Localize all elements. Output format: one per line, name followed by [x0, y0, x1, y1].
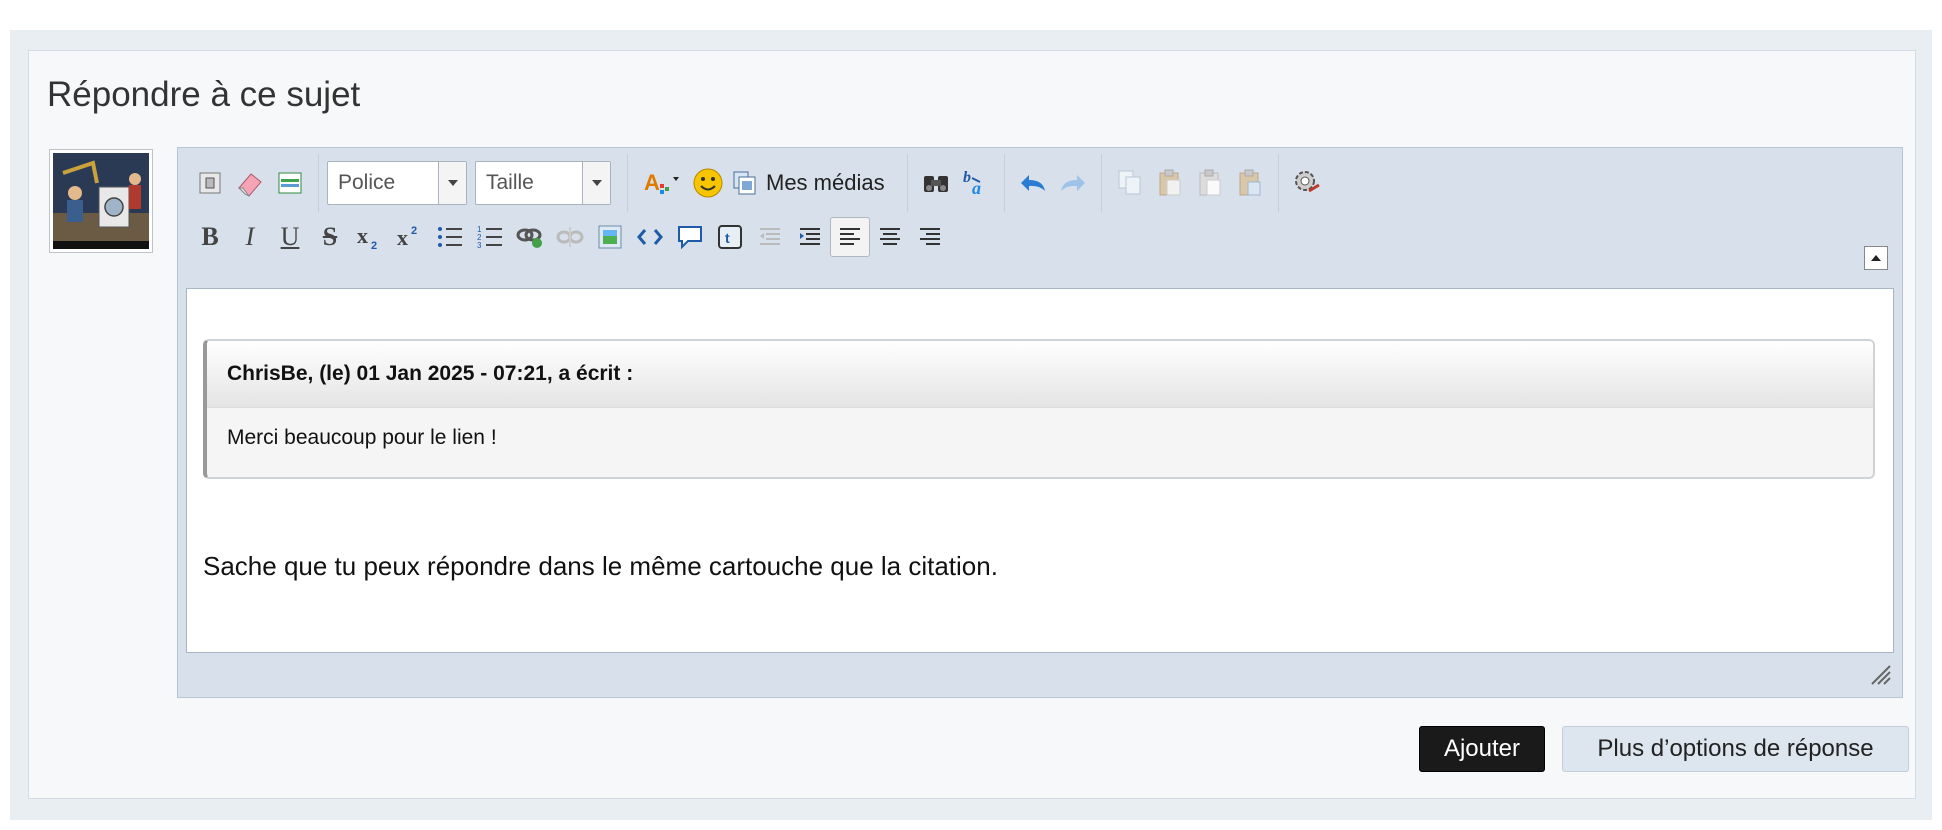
quote-block: ChrisBe, (le) 01 Jan 2025 - 07:21, a écr…: [203, 339, 1875, 479]
settings-icon[interactable]: [1287, 163, 1327, 203]
svg-text:t: t: [725, 230, 730, 246]
size-select[interactable]: Taille: [475, 161, 611, 205]
redo-icon[interactable]: [1053, 163, 1093, 203]
svg-text:x: x: [397, 225, 408, 250]
replace-icon[interactable]: ba: [956, 163, 996, 203]
quote-header: ChrisBe, (le) 01 Jan 2025 - 07:21, a écr…: [207, 341, 1873, 408]
align-left-icon[interactable]: [830, 217, 870, 257]
quote-icon[interactable]: [670, 217, 710, 257]
toolbar-separator: [1100, 154, 1102, 212]
collapse-toolbar-button[interactable]: [1864, 246, 1888, 270]
reply-panel: Répondre à ce sujet Police Taille A Mes …: [28, 50, 1916, 799]
svg-text:A: A: [644, 170, 660, 195]
svg-text:2: 2: [411, 225, 417, 237]
copy-icon[interactable]: [1110, 163, 1150, 203]
image-icon[interactable]: [590, 217, 630, 257]
paste-icon[interactable]: [1150, 163, 1190, 203]
svg-text:x: x: [357, 223, 368, 248]
align-right-icon[interactable]: [910, 217, 950, 257]
blocks-icon[interactable]: [270, 163, 310, 203]
chevron-down-icon[interactable]: [438, 162, 466, 204]
svg-text:2: 2: [371, 240, 377, 251]
size-select-value: Taille: [486, 171, 534, 194]
numbered-list-icon[interactable]: 123: [470, 217, 510, 257]
find-icon[interactable]: [916, 163, 956, 203]
media-icon[interactable]: [728, 163, 762, 203]
avatar-image: [53, 153, 149, 249]
chevron-down-icon[interactable]: [582, 162, 610, 204]
resize-handle-icon[interactable]: [1868, 662, 1892, 691]
superscript-icon[interactable]: x2: [390, 217, 430, 257]
reply-title: Répondre à ce sujet: [47, 75, 361, 114]
outdent-icon[interactable]: [750, 217, 790, 257]
editor-toolbar-row-1: Police Taille A Mes médias b a: [190, 154, 1327, 212]
quote-body: Merci beaucoup pour le lien !: [227, 426, 497, 449]
code-icon[interactable]: [630, 217, 670, 257]
undo-icon[interactable]: [1013, 163, 1053, 203]
strikethrough-icon[interactable]: S: [310, 217, 350, 257]
underline-icon[interactable]: U: [270, 217, 310, 257]
indent-icon[interactable]: [790, 217, 830, 257]
add-button[interactable]: Ajouter: [1419, 726, 1545, 772]
paste-word-icon[interactable]: [1230, 163, 1270, 203]
toolbar-separator: [1003, 154, 1005, 212]
font-select[interactable]: Police: [327, 161, 467, 205]
bulleted-list-icon[interactable]: [430, 217, 470, 257]
eraser-icon[interactable]: [230, 163, 270, 203]
text-color-icon[interactable]: A: [636, 163, 688, 203]
avatar: [49, 149, 153, 253]
rich-text-editor: Police Taille A Mes médias b a B I U S x…: [177, 147, 1903, 698]
link-icon[interactable]: [510, 217, 550, 257]
font-select-value: Police: [338, 171, 396, 194]
toolbar-separator: [627, 154, 628, 212]
toolbar-separator: [318, 154, 319, 212]
smiley-icon[interactable]: [688, 163, 728, 203]
reply-section: Répondre à ce sujet Police Taille A Mes …: [10, 30, 1932, 820]
toolbar-separator: [906, 154, 908, 212]
editor-toolbar-row-2: B I U S x2 x2 123 t: [190, 212, 950, 262]
bold-icon[interactable]: B: [190, 217, 230, 257]
toolbar-separator: [1277, 154, 1279, 212]
subscript-icon[interactable]: x2: [350, 217, 390, 257]
italic-icon[interactable]: I: [230, 217, 270, 257]
media-button-label[interactable]: Mes médias: [766, 170, 885, 196]
reply-text: Sache que tu peux répondre dans le même …: [203, 551, 998, 581]
more-options-button[interactable]: Plus d’options de réponse: [1562, 726, 1909, 772]
source-icon[interactable]: [190, 163, 230, 203]
unlink-icon[interactable]: [550, 217, 590, 257]
chevron-up-icon: [1871, 255, 1881, 261]
twitter-icon[interactable]: t: [710, 217, 750, 257]
editor-content-area[interactable]: ChrisBe, (le) 01 Jan 2025 - 07:21, a écr…: [186, 288, 1894, 653]
svg-text:3: 3: [477, 241, 482, 250]
paste-text-icon[interactable]: [1190, 163, 1230, 203]
svg-text:b: b: [963, 169, 971, 186]
align-center-icon[interactable]: [870, 217, 910, 257]
